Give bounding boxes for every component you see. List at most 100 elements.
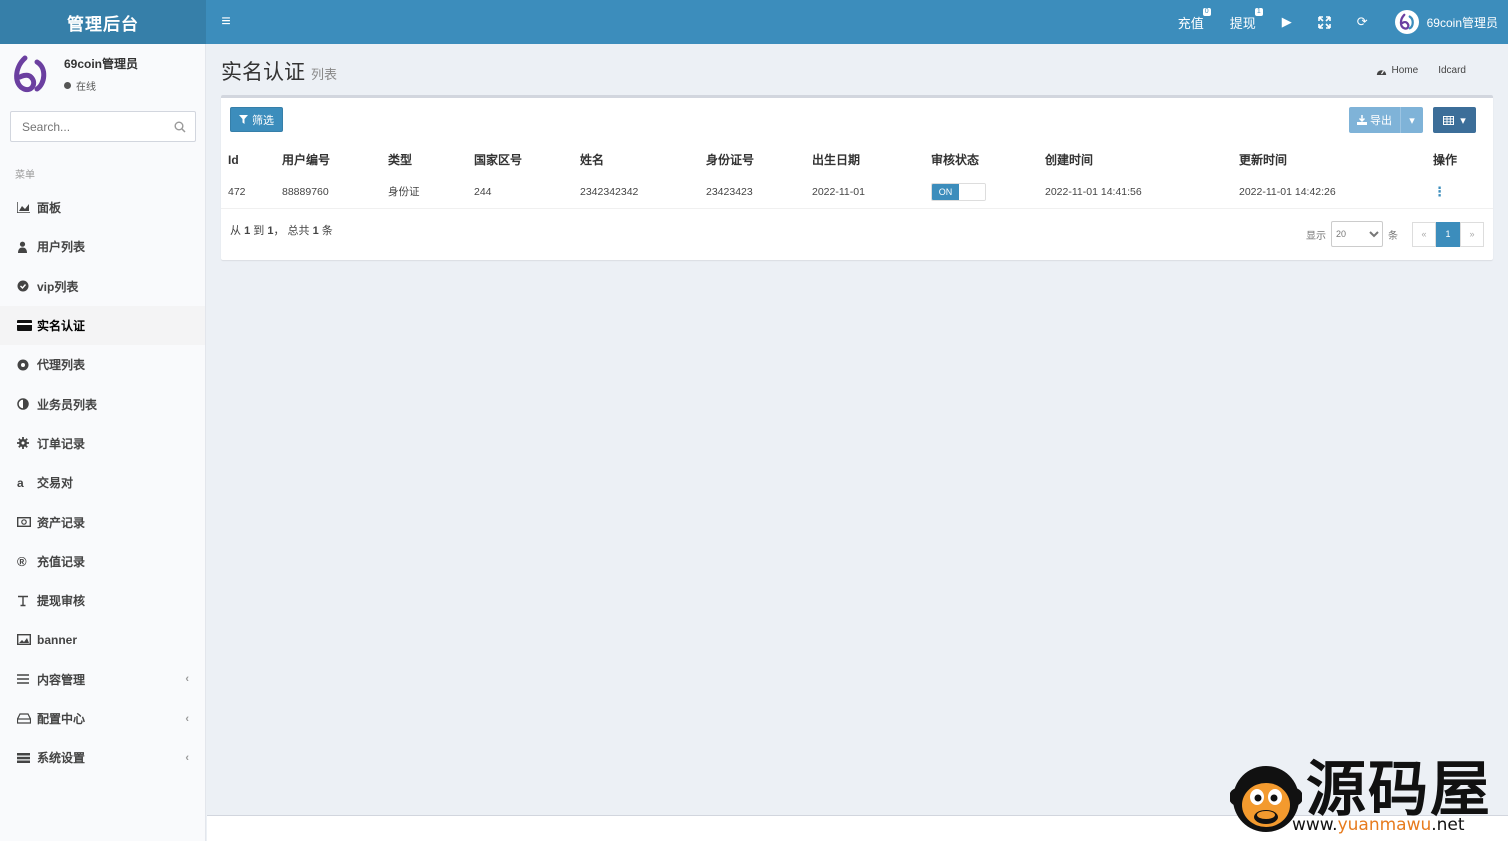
column-header[interactable]: 审核状态 xyxy=(924,143,1038,176)
content-wrapper: 实名认证 列表 Home Idcard 筛选 导出 ▾ ▾ Id 用户编号 类型… xyxy=(207,44,1508,841)
list-icon xyxy=(17,752,37,763)
columns-button[interactable]: ▾ xyxy=(1433,107,1476,133)
column-header[interactable]: 身份证号 xyxy=(699,143,805,176)
sidebar-item-users[interactable]: 用户列表 xyxy=(0,227,205,266)
sidebar-item-idcard[interactable]: 实名认证 xyxy=(0,305,205,346)
sidebar-item-label: 用户列表 xyxy=(37,240,86,255)
more-vertical-icon[interactable]: ⋮ xyxy=(1433,184,1446,199)
bars-icon xyxy=(17,674,37,684)
expand-icon xyxy=(1317,15,1331,29)
export-label: 导出 xyxy=(1370,115,1392,127)
sidebar-item-label: 配置中心 xyxy=(37,712,86,726)
search-input[interactable] xyxy=(11,119,165,134)
breadcrumb: Home Idcard xyxy=(1376,65,1466,76)
column-header[interactable]: 类型 xyxy=(381,143,467,176)
table-icon xyxy=(1443,115,1455,125)
breadcrumb-current: Idcard xyxy=(1438,65,1466,76)
sidebar-item-label: 订单记录 xyxy=(37,436,86,451)
user-menu[interactable]: 69coin管理员 xyxy=(1381,10,1498,34)
search-icon[interactable] xyxy=(165,121,195,133)
status-toggle-off xyxy=(959,183,985,200)
gear-circle-icon xyxy=(17,359,37,371)
recharge-badge: 0 xyxy=(1202,8,1211,16)
column-header[interactable]: 更新时间 xyxy=(1232,143,1426,176)
sidebar-item-assets[interactable]: 资产记录 xyxy=(0,502,205,541)
page-size-select[interactable]: 20 xyxy=(1331,221,1383,247)
recharge-link[interactable]: 充值 0 xyxy=(1165,0,1217,44)
sidebar-item-dashboard[interactable]: 面板 xyxy=(0,188,205,227)
page-size-unit: 条 xyxy=(1388,230,1398,242)
sidebar-item-content[interactable]: 内容管理 ‹ xyxy=(0,660,205,699)
column-header[interactable]: 用户编号 xyxy=(275,143,381,176)
sidebar-item-vip[interactable]: vip列表 xyxy=(0,267,205,306)
withdraw-badge: 1 xyxy=(1254,8,1263,16)
cell-birth: 2022-11-01 xyxy=(805,176,924,209)
withdraw-label: 提现 xyxy=(1229,15,1256,31)
navbar-right: 充值 0 提现 1 ▶ ⟳ 69coin管理员 xyxy=(1165,0,1508,44)
pagination-info-total-word: ， 总共 xyxy=(273,225,310,237)
top-navbar: 管理后台 ≡ 充值 0 提现 1 ▶ ⟳ 69coin管理员 xyxy=(0,0,1508,44)
dashboard-icon xyxy=(1376,69,1386,75)
sidebar-item-config[interactable]: 配置中心 ‹ xyxy=(0,699,205,738)
registered-icon: ® xyxy=(17,553,27,569)
column-header[interactable]: 创建时间 xyxy=(1038,143,1232,176)
cell-id-no: 23423423 xyxy=(699,176,805,209)
sidebar-item-label: 内容管理 xyxy=(37,672,86,687)
image-icon xyxy=(17,634,37,646)
sidebar-item-orders[interactable]: 订单记录 xyxy=(0,424,205,463)
menu-header: 菜单 xyxy=(15,170,35,181)
idcard-table: Id 用户编号 类型 国家区号 姓名 身份证号 出生日期 审核状态 创建时间 更… xyxy=(221,143,1493,209)
fullscreen-button[interactable] xyxy=(1305,0,1344,44)
current-page-button[interactable]: 1 xyxy=(1436,221,1460,247)
sidebar-item-withdraw-review[interactable]: 提现审核 xyxy=(0,581,205,620)
column-header[interactable]: 出生日期 xyxy=(805,143,924,176)
export-button[interactable]: 导出 ▾ xyxy=(1349,107,1423,133)
sidebar-item-agents[interactable]: 代理列表 xyxy=(0,345,205,384)
table-row: 472 88889760 身份证 244 2342342342 23423423… xyxy=(221,176,1493,209)
sidebar-user-name: 69coin管理员 xyxy=(64,57,139,71)
column-header[interactable]: 姓名 xyxy=(573,143,699,176)
page-subtitle: 列表 xyxy=(311,67,338,82)
pagination: 显示 20 条 « 1 » xyxy=(1306,221,1484,247)
play-button[interactable]: ▶ xyxy=(1269,0,1305,44)
refresh-button[interactable]: ⟳ xyxy=(1344,0,1381,44)
sidebar-item-settings[interactable]: 系统设置 ‹ xyxy=(0,738,205,777)
pagination-info-suffix: 条 xyxy=(321,225,333,237)
sidebar-toggle-button[interactable]: ≡ xyxy=(206,0,246,44)
sidebar-item-label: 充值记录 xyxy=(37,554,86,569)
export-main[interactable]: 导出 xyxy=(1349,107,1401,133)
sidebar-item-recharges[interactable]: ® 充值记录 xyxy=(0,542,205,581)
sidebar-item-pairs[interactable]: a 交易对 xyxy=(0,463,205,502)
prev-page-button[interactable]: « xyxy=(1412,221,1436,247)
brand-logo[interactable]: 管理后台 xyxy=(0,0,206,44)
adjust-icon xyxy=(17,398,37,410)
export-dropdown-toggle[interactable]: ▾ xyxy=(1401,107,1423,133)
sidebar-item-banner[interactable]: banner xyxy=(0,620,205,659)
watermark-text: 源码屋 xyxy=(1306,755,1492,825)
user-icon xyxy=(17,241,37,253)
play-icon: ▶ xyxy=(1281,14,1292,29)
chevron-left-icon: ‹ xyxy=(185,673,189,686)
next-page-button[interactable]: » xyxy=(1460,221,1484,247)
column-header[interactable]: 国家区号 xyxy=(467,143,573,176)
pagination-info-prefix: 从 xyxy=(230,225,241,237)
chevron-left-icon: ‹ xyxy=(185,712,189,725)
check-circle-icon xyxy=(17,280,37,292)
sidebar-item-salesmen[interactable]: 业务员列表 xyxy=(0,384,205,423)
column-header[interactable]: Id xyxy=(221,143,275,176)
filter-button[interactable]: 筛选 xyxy=(230,107,283,132)
withdraw-link[interactable]: 提现 1 xyxy=(1217,0,1269,44)
sidebar-item-label: 业务员列表 xyxy=(37,397,98,412)
sidebar-item-label: 代理列表 xyxy=(37,358,86,373)
sidebar-item-label: 面板 xyxy=(37,201,62,216)
breadcrumb-home[interactable]: Home xyxy=(1376,65,1419,76)
filter-label: 筛选 xyxy=(252,114,274,127)
money-icon xyxy=(17,517,37,528)
status-toggle[interactable]: ON xyxy=(931,182,986,201)
watermark-url-mid: yuanmawu xyxy=(1337,815,1432,835)
cell-area-code: 244 xyxy=(467,176,573,209)
user-status-text: 在线 xyxy=(76,82,96,93)
caret-down-icon: ▾ xyxy=(1460,114,1466,127)
breadcrumb-home-label: Home xyxy=(1391,65,1419,76)
list-box: 筛选 导出 ▾ ▾ Id 用户编号 类型 国家区号 姓名 身份证号 出生日期 审… xyxy=(221,95,1493,260)
